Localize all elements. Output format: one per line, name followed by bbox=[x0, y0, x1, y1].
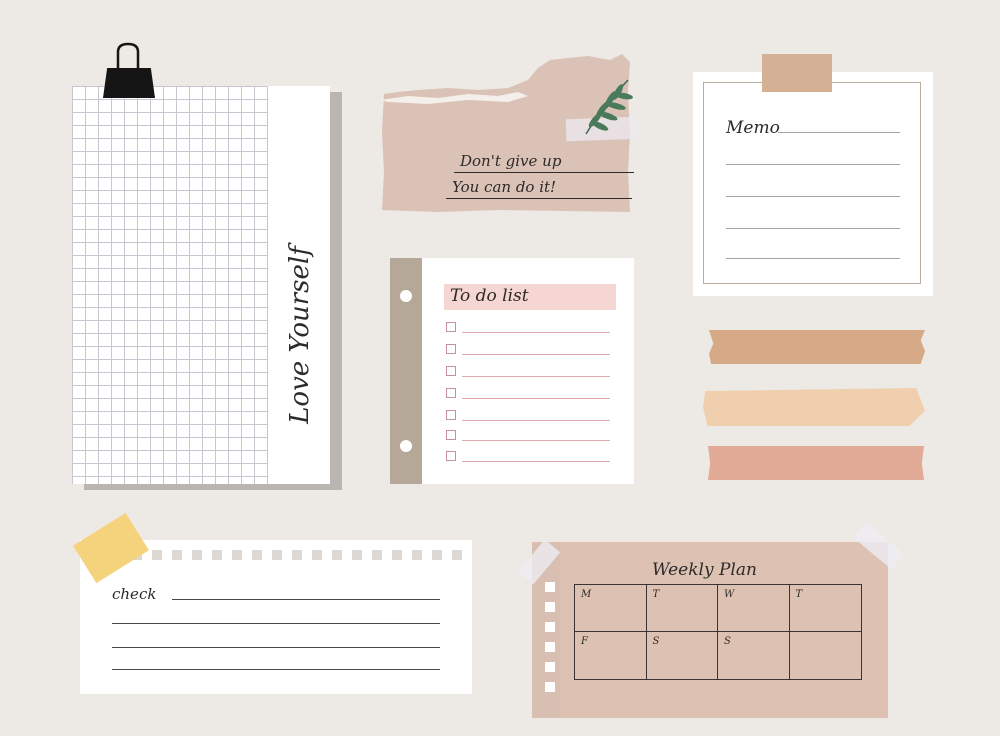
perforation-square bbox=[545, 622, 555, 632]
todo-checkbox bbox=[446, 366, 456, 376]
quote-underline-2 bbox=[446, 198, 632, 199]
weekly-day-cell: S bbox=[647, 632, 718, 679]
perforation-square bbox=[372, 550, 382, 560]
weekly-day-cell: T bbox=[789, 585, 861, 632]
todo-line bbox=[462, 461, 610, 462]
perforation-square bbox=[332, 550, 342, 560]
love-yourself-text: Love Yourself bbox=[285, 246, 315, 424]
todo-checkbox bbox=[446, 410, 456, 420]
todo-checkbox bbox=[446, 344, 456, 354]
weekly-plan-title: Weekly Plan bbox=[652, 560, 757, 580]
perforation-square bbox=[352, 550, 362, 560]
binder-clip-icon bbox=[103, 68, 155, 98]
todo-title: To do list bbox=[450, 286, 529, 306]
perforation-square bbox=[172, 550, 182, 560]
todo-line bbox=[462, 440, 610, 441]
todo-line bbox=[462, 398, 610, 399]
todo-checkbox bbox=[446, 430, 456, 440]
perforation-square bbox=[232, 550, 242, 560]
memo-line bbox=[726, 228, 900, 229]
perforation-square bbox=[192, 550, 202, 560]
perforation-square bbox=[252, 550, 262, 560]
check-note bbox=[80, 540, 472, 694]
memo-title-line bbox=[778, 132, 900, 133]
memo-title: Memo bbox=[726, 118, 780, 138]
weekly-day-cell: W bbox=[718, 585, 790, 632]
weekly-day-cell: F bbox=[575, 632, 647, 679]
washi-tape-memo bbox=[762, 54, 832, 92]
quote-underline-1 bbox=[454, 172, 634, 173]
weekly-day-cell: T bbox=[646, 585, 718, 632]
todo-line bbox=[462, 354, 610, 355]
perforation-square bbox=[545, 582, 555, 592]
memo-frame bbox=[703, 82, 921, 284]
todo-checkbox bbox=[446, 388, 456, 398]
perforation-square bbox=[272, 550, 282, 560]
todo-checkbox bbox=[446, 322, 456, 332]
washi-tape-caramel bbox=[709, 330, 925, 364]
todo-checkbox bbox=[446, 451, 456, 461]
perforation-square bbox=[392, 550, 402, 560]
check-line bbox=[112, 647, 440, 648]
quote-line-2: You can do it! bbox=[452, 178, 557, 196]
perforation-square bbox=[545, 682, 555, 692]
perforation-square bbox=[152, 550, 162, 560]
check-line bbox=[112, 669, 440, 670]
todo-line bbox=[462, 376, 610, 377]
weekly-day-cell: M bbox=[575, 585, 647, 632]
binder-hole bbox=[400, 440, 412, 452]
check-title: check bbox=[112, 585, 157, 603]
todo-line bbox=[462, 420, 610, 421]
weekly-day-cell: S bbox=[718, 632, 790, 679]
perforation-square bbox=[452, 550, 462, 560]
binder-hole bbox=[400, 290, 412, 302]
perforation-square bbox=[545, 602, 555, 612]
washi-tape-rose bbox=[708, 446, 924, 480]
washi-tape-peach bbox=[703, 388, 925, 426]
weekly-plan-grid: M T W T F S S bbox=[574, 584, 862, 680]
perforation-square bbox=[212, 550, 222, 560]
perforation-square bbox=[432, 550, 442, 560]
fern-leaf-icon bbox=[585, 79, 633, 135]
perforation-square bbox=[312, 550, 322, 560]
perforation-square bbox=[412, 550, 422, 560]
check-line bbox=[112, 623, 440, 624]
memo-line bbox=[726, 196, 900, 197]
perforation-square bbox=[545, 642, 555, 652]
perforation-square bbox=[545, 662, 555, 672]
weekly-day-cell bbox=[790, 632, 862, 679]
memo-line bbox=[726, 258, 900, 259]
memo-line bbox=[726, 164, 900, 165]
todo-line bbox=[462, 332, 610, 333]
quote-line-1: Don't give up bbox=[460, 152, 562, 170]
perforation-square bbox=[292, 550, 302, 560]
check-title-line bbox=[172, 599, 440, 600]
